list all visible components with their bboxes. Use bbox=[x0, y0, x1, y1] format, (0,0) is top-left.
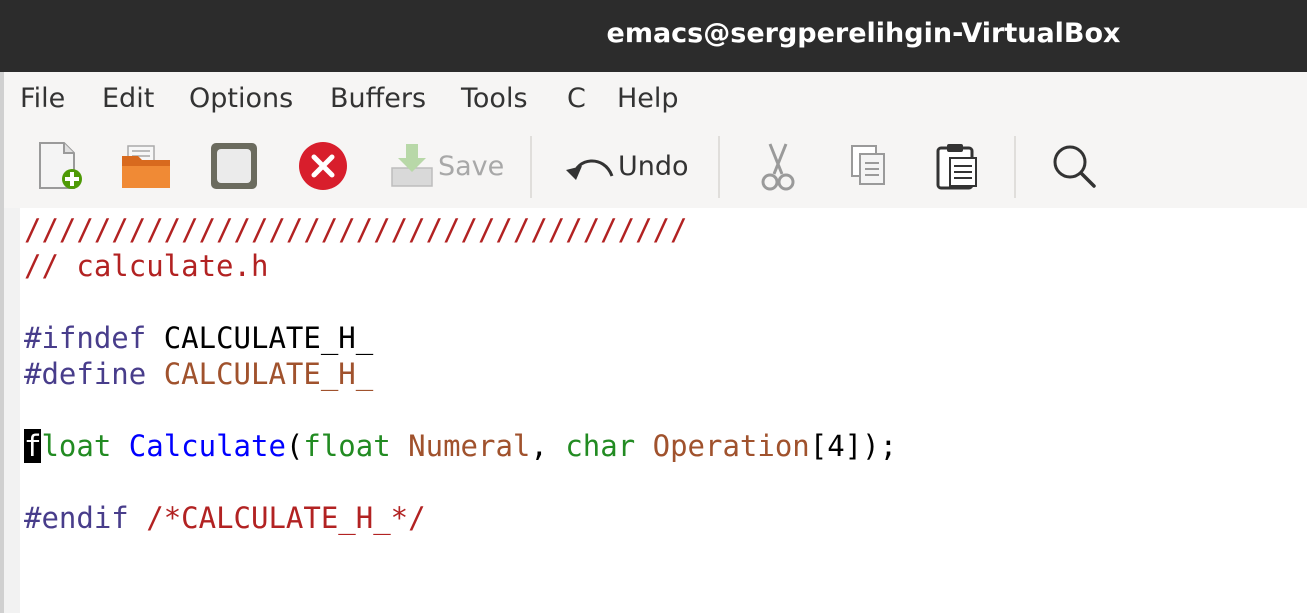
punctuation: , bbox=[530, 429, 566, 463]
menu-help[interactable]: Help bbox=[617, 83, 679, 114]
dired-button[interactable] bbox=[208, 140, 260, 192]
preprocessor-keyword: #ifndef bbox=[24, 321, 147, 355]
code-line-5: #define CALCULATE_H_ bbox=[24, 356, 373, 392]
type-keyword: char bbox=[565, 429, 636, 463]
code-line-7: float Calculate(float Numeral, char Oper… bbox=[24, 428, 897, 464]
window-icon bbox=[211, 143, 257, 189]
copy-icon bbox=[851, 145, 885, 185]
code-line-2: // calculate.h bbox=[24, 249, 269, 283]
close-icon bbox=[299, 142, 347, 190]
editor-buffer[interactable]: ////////////////////////////////////// /… bbox=[4, 208, 1307, 613]
comment: /*CALCULATE_H_*/ bbox=[146, 501, 426, 535]
code-line-9: #endif /*CALCULATE_H_*/ bbox=[24, 500, 426, 536]
preprocessor-keyword: #endif bbox=[24, 501, 129, 535]
save-icon bbox=[391, 144, 433, 187]
type-keyword: float bbox=[303, 429, 391, 463]
new-file-button[interactable] bbox=[34, 140, 84, 192]
menu-tools[interactable]: Tools bbox=[461, 83, 528, 114]
punctuation: [4]); bbox=[809, 429, 898, 463]
menu-c[interactable]: C bbox=[567, 83, 586, 114]
code-line-4: #ifndef CALCULATE_H_ bbox=[24, 320, 373, 356]
cut-button[interactable] bbox=[756, 140, 800, 192]
undo-button[interactable]: Undo bbox=[564, 140, 689, 192]
close-buffer-button[interactable] bbox=[296, 140, 350, 192]
left-fringe bbox=[4, 208, 20, 613]
new-file-icon bbox=[39, 142, 82, 189]
punctuation: ( bbox=[285, 429, 304, 463]
clipboard-icon bbox=[936, 144, 977, 190]
title-bar: emacs@sergperelihgin-VirtualBox bbox=[0, 0, 1307, 72]
code-line-1: ////////////////////////////////////// bbox=[24, 213, 688, 247]
type-keyword: loat bbox=[41, 429, 112, 463]
macro-name: CALCULATE_H_ bbox=[163, 321, 374, 355]
search-button[interactable] bbox=[1048, 140, 1100, 192]
text-cursor: f bbox=[24, 429, 42, 463]
menu-options[interactable]: Options bbox=[189, 83, 293, 114]
window-title: emacs@sergperelihgin-VirtualBox bbox=[606, 18, 1121, 49]
preprocessor-keyword: #define bbox=[24, 357, 147, 391]
undo-label: Undo bbox=[618, 150, 689, 182]
undo-icon bbox=[566, 159, 614, 180]
open-folder-icon bbox=[122, 145, 170, 188]
scissors-icon bbox=[761, 143, 795, 191]
parameter-name: Operation bbox=[652, 429, 810, 463]
copy-button[interactable] bbox=[846, 140, 890, 192]
toolbar-separator bbox=[530, 136, 532, 198]
save-button[interactable]: Save bbox=[388, 140, 504, 192]
macro-name: CALCULATE_H_ bbox=[163, 357, 374, 391]
parameter-name: Numeral bbox=[408, 429, 531, 463]
code-area[interactable]: ////////////////////////////////////// /… bbox=[24, 208, 897, 535]
tool-bar: Save Undo bbox=[4, 126, 1307, 209]
menu-buffers[interactable]: Buffers bbox=[330, 83, 426, 114]
open-file-button[interactable] bbox=[118, 140, 174, 192]
function-name: Calculate bbox=[128, 429, 286, 463]
search-icon bbox=[1053, 145, 1096, 188]
menu-edit[interactable]: Edit bbox=[102, 83, 154, 114]
toolbar-separator bbox=[1014, 136, 1016, 198]
menu-file[interactable]: File bbox=[20, 83, 65, 114]
menu-bar: File Edit Options Buffers Tools C Help bbox=[4, 72, 1307, 126]
save-label: Save bbox=[438, 150, 505, 182]
toolbar-separator bbox=[718, 136, 720, 198]
paste-button[interactable] bbox=[932, 140, 980, 192]
